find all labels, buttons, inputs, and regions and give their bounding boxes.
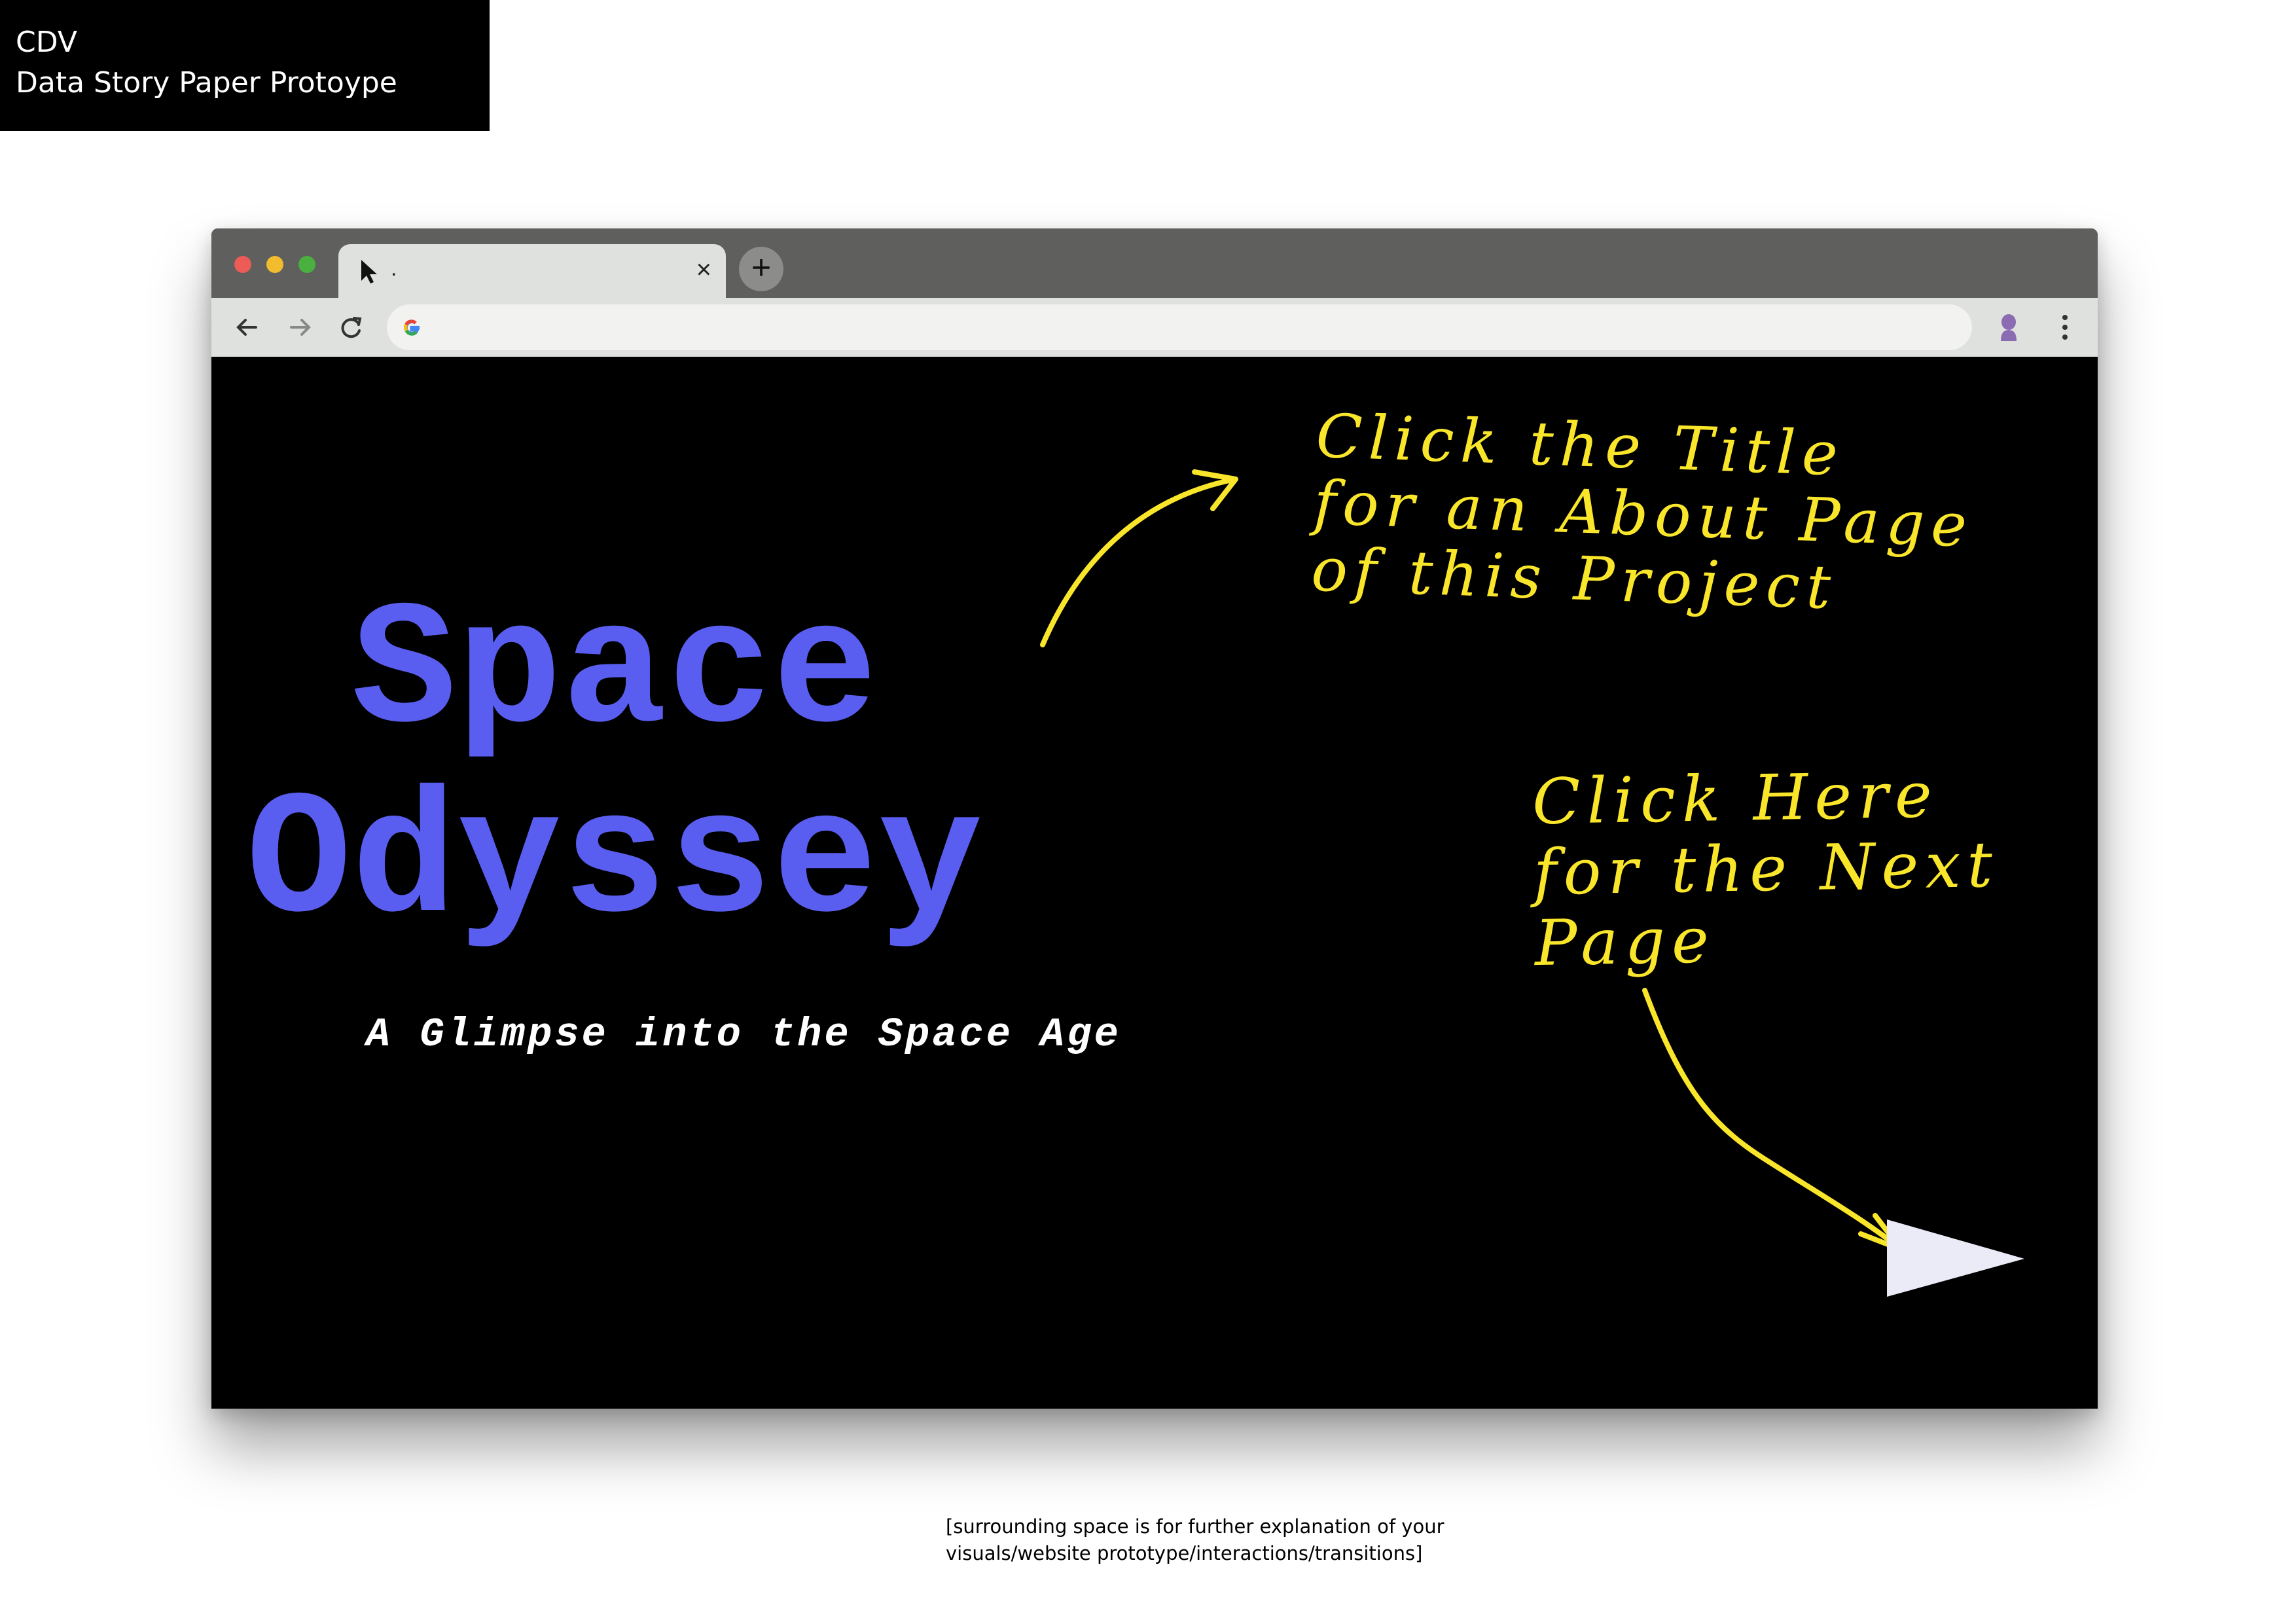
forward-arrow-icon[interactable]: [283, 311, 316, 344]
footer-explanation: [surrounding space is for further explan…: [946, 1513, 1535, 1567]
more-menu-icon[interactable]: [2061, 312, 2069, 342]
footer-line: [surrounding space is for further explan…: [946, 1515, 1444, 1538]
browser-titlebar: . × +: [211, 228, 2098, 298]
close-icon[interactable]: ×: [696, 253, 711, 286]
annotation-next-note: Click Here for the Next Page: [1532, 758, 2001, 981]
annotation-line: for the Next: [1533, 827, 2000, 910]
browser-window: . × + Space Odyssey A Glimpse into the S…: [211, 228, 2098, 1409]
site-subtitle: A Glimpse into the Space Age: [366, 1011, 1121, 1058]
next-page-button[interactable]: [1880, 1214, 2031, 1299]
reload-icon[interactable]: [334, 311, 367, 344]
play-arrow-icon: [1887, 1219, 2024, 1297]
annotation-line: Page: [1534, 903, 1716, 981]
prototype-label: CDV Data Story Paper Protoype: [0, 0, 490, 131]
cursor-icon: [361, 260, 377, 283]
address-bar[interactable]: [387, 304, 1972, 350]
course-label: CDV: [16, 26, 77, 59]
next-annotation-arrow: [1642, 988, 1903, 1251]
browser-toolbar: [211, 298, 2098, 357]
profile-icon[interactable]: [1996, 312, 2022, 342]
window-maximize-button[interactable]: [298, 256, 315, 273]
new-tab-button[interactable]: +: [739, 247, 783, 291]
project-label: Data Story Paper Protoype: [16, 66, 397, 99]
tab-title: .: [391, 256, 397, 281]
window-close-button[interactable]: [234, 256, 251, 273]
browser-tab[interactable]: . ×: [338, 244, 726, 298]
title-line-space: Space: [351, 575, 878, 773]
annotation-line: Click Here: [1532, 758, 1939, 839]
url-input[interactable]: [437, 311, 1958, 345]
window-minimize-button[interactable]: [266, 256, 283, 273]
back-arrow-icon[interactable]: [231, 311, 264, 344]
title-line-odyssey: Odyssey: [246, 765, 983, 963]
annotation-title-note: Click the Title for an About Page of thi…: [1310, 401, 1977, 626]
google-icon: [404, 319, 420, 336]
footer-line: visuals/website prototype/interactions/t…: [946, 1542, 1423, 1564]
title-annotation-arrow: [1040, 477, 1235, 647]
site-title-link[interactable]: Space Odyssey: [211, 579, 1018, 959]
page-viewport: Space Odyssey A Glimpse into the Space A…: [211, 357, 2098, 1409]
